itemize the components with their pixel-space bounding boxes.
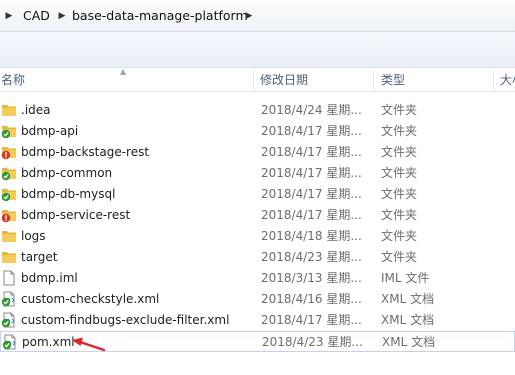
folder-icon	[2, 252, 16, 263]
file-date: 2018/4/23 星期...	[261, 250, 362, 264]
file-type: 文件夹	[381, 124, 418, 138]
red-arrow-icon	[72, 337, 106, 352]
file-type: 文件夹	[381, 250, 418, 264]
xml-synced-icon	[1, 312, 15, 328]
file-type: XML 文档	[381, 292, 435, 306]
xml-synced-icon	[2, 334, 16, 350]
file-type: 文件夹	[381, 145, 418, 159]
column-date-header[interactable]: 修改日期	[260, 68, 308, 92]
file-name: bdmp.iml	[21, 271, 78, 285]
folder-synced-icon	[1, 126, 16, 139]
breadcrumb-item-cad[interactable]: CAD	[23, 7, 50, 25]
file-date: 2018/4/18 星期...	[261, 229, 362, 243]
folder-icon	[2, 105, 16, 116]
column-size-header[interactable]: 大小	[500, 68, 515, 92]
file-row[interactable]: target 2018/4/23 星期... 文件夹	[0, 247, 515, 268]
file-date: 2018/4/17 星期...	[261, 166, 362, 180]
file-type: 文件夹	[381, 187, 418, 201]
file-name: bdmp-service-rest	[21, 208, 131, 222]
file-row[interactable]: bdmp-api 2018/4/17 星期... 文件夹	[0, 121, 515, 142]
file-name: bdmp-db-mysql	[21, 187, 116, 201]
column-divider[interactable]	[493, 70, 494, 90]
file-row[interactable]: bdmp-backstage-rest 2018/4/17 星期... 文件夹	[0, 142, 515, 163]
chevron-right-icon[interactable]: ▶	[57, 7, 67, 25]
folder-icon	[2, 231, 16, 242]
file-date: 2018/4/17 星期...	[261, 208, 362, 222]
file-row[interactable]: bdmp.iml 2018/3/13 星期... IML 文件	[0, 268, 515, 289]
file-type: XML 文档	[381, 313, 435, 327]
file-date: 2018/4/23 星期...	[262, 335, 363, 349]
file-name: bdmp-backstage-rest	[21, 145, 150, 159]
file-row[interactable]: .idea 2018/4/24 星期... 文件夹	[0, 100, 515, 121]
file-date: 2018/4/17 星期...	[261, 313, 362, 327]
file-name: .idea	[21, 103, 51, 117]
xml-synced-icon	[1, 291, 15, 307]
file-type: IML 文件	[381, 271, 430, 285]
column-type-header[interactable]: 类型	[381, 68, 405, 92]
file-row[interactable]: bdmp-db-mysql 2018/4/17 星期... 文件夹	[0, 184, 515, 205]
file-date: 2018/3/13 星期...	[261, 271, 362, 285]
folder-conflict-icon	[1, 147, 16, 160]
file-type: 文件夹	[381, 229, 418, 243]
file-name: bdmp-api	[21, 124, 79, 138]
file-date: 2018/4/17 星期...	[261, 124, 362, 138]
column-divider[interactable]	[373, 70, 374, 90]
folder-conflict-icon	[1, 210, 16, 223]
file-icon	[3, 270, 15, 286]
file-name: bdmp-common	[21, 166, 113, 180]
chevron-right-icon[interactable]: ▶	[4, 7, 14, 25]
file-name: custom-checkstyle.xml	[21, 292, 160, 306]
file-date: 2018/4/17 星期...	[261, 187, 362, 201]
file-name: target	[21, 250, 58, 264]
folder-synced-icon	[1, 168, 16, 181]
file-row[interactable]: bdmp-common 2018/4/17 星期... 文件夹	[0, 163, 515, 184]
file-type: 文件夹	[381, 208, 418, 222]
file-type: XML 文档	[382, 335, 436, 349]
file-row[interactable]: bdmp-service-rest 2018/4/17 星期... 文件夹	[0, 205, 515, 226]
file-date: 2018/4/24 星期...	[261, 103, 362, 117]
file-date: 2018/4/16 星期...	[261, 292, 362, 306]
command-toolbar	[0, 32, 515, 68]
file-row[interactable]: custom-findbugs-exclude-filter.xml 2018/…	[0, 310, 515, 331]
folder-synced-icon	[1, 189, 16, 202]
column-name-header[interactable]: 名称	[1, 68, 25, 92]
column-divider[interactable]	[253, 70, 254, 90]
column-header: ▲ 名称 修改日期 类型 大小	[0, 68, 515, 92]
file-type: 文件夹	[381, 103, 418, 117]
chevron-right-icon[interactable]: ▶	[244, 7, 254, 25]
breadcrumb-item-project[interactable]: base-data-manage-platform	[72, 7, 248, 25]
file-row[interactable]: custom-checkstyle.xml 2018/4/16 星期... XM…	[0, 289, 515, 310]
file-name: logs	[21, 229, 46, 243]
file-row[interactable]: logs 2018/4/18 星期... 文件夹	[0, 226, 515, 247]
file-type: 文件夹	[381, 166, 418, 180]
file-date: 2018/4/17 星期...	[261, 145, 362, 159]
address-bar[interactable]: ▶ CAD ▶ base-data-manage-platform ▶	[0, 0, 515, 32]
sort-ascending-icon: ▲	[120, 67, 127, 76]
file-name: custom-findbugs-exclude-filter.xml	[21, 313, 230, 327]
file-name: pom.xml	[22, 335, 75, 349]
